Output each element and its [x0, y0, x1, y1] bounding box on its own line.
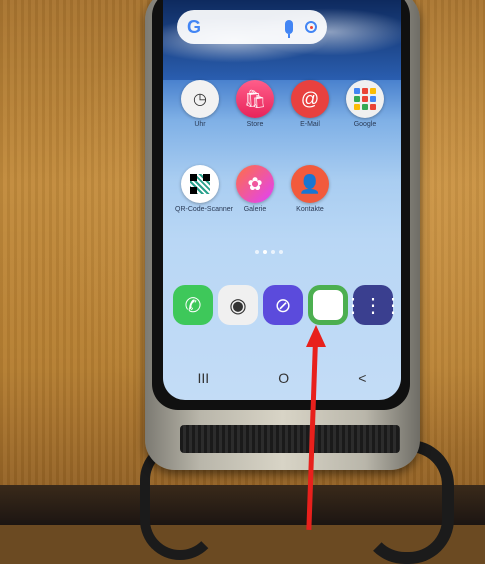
app-qr-scanner[interactable]: QR-Code-Scanner: [175, 165, 233, 213]
app-clock[interactable]: ◷ Uhr: [175, 80, 225, 128]
recent-apps-button[interactable]: III: [198, 370, 210, 386]
app-label: Galerie: [243, 206, 267, 213]
app-label: Uhr: [194, 121, 206, 128]
app-email[interactable]: @ E-Mail: [285, 80, 335, 128]
page-indicator: [255, 250, 283, 254]
lanyard-strap: [180, 425, 400, 453]
back-button[interactable]: <: [358, 370, 366, 386]
shopping-bag-icon: 🛍: [236, 80, 274, 118]
app-gallery[interactable]: ✿ Galerie: [230, 165, 280, 213]
phone-screen: G ◷ Uhr 🛍 Store @ E-Mail Google QR-Code-…: [163, 0, 401, 400]
app-label: Kontakte: [296, 206, 324, 213]
app-dock: ✆ ◉ ⊘ ⋮⋮⋮: [173, 285, 401, 325]
page-dot: [271, 250, 275, 254]
clock-icon: ◷: [181, 80, 219, 118]
qr-code-icon: [181, 165, 219, 203]
app-google-folder[interactable]: Google: [340, 80, 390, 128]
browser-icon[interactable]: ⊘: [263, 285, 303, 325]
google-lens-icon[interactable]: [305, 21, 317, 33]
page-dot: [255, 250, 259, 254]
app-label: Google: [353, 121, 377, 128]
google-search-bar[interactable]: G: [177, 10, 327, 44]
phone-icon[interactable]: ✆: [173, 285, 213, 325]
app-label: E-Mail: [300, 121, 320, 128]
app-label: QR-Code-Scanner: [175, 206, 233, 213]
email-icon: @: [291, 80, 329, 118]
navigation-bar: III O <: [163, 370, 401, 386]
page-dot: [279, 250, 283, 254]
app-contacts[interactable]: 👤 Kontakte: [285, 165, 335, 213]
camera-icon[interactable]: ◉: [218, 285, 258, 325]
home-button[interactable]: O: [278, 370, 289, 386]
gallery-icon: ✿: [236, 165, 274, 203]
google-folder-icon: [346, 80, 384, 118]
page-dot-home: [263, 250, 267, 254]
red-arrow-head: [306, 325, 326, 347]
microphone-icon[interactable]: [285, 20, 293, 38]
app-label: Store: [246, 121, 264, 128]
app-store[interactable]: 🛍 Store: [230, 80, 280, 128]
bixby-ring-icon[interactable]: [308, 285, 348, 325]
contacts-icon: 👤: [291, 165, 329, 203]
google-logo-icon: G: [187, 16, 202, 37]
app-drawer-icon[interactable]: ⋮⋮⋮: [343, 285, 401, 325]
